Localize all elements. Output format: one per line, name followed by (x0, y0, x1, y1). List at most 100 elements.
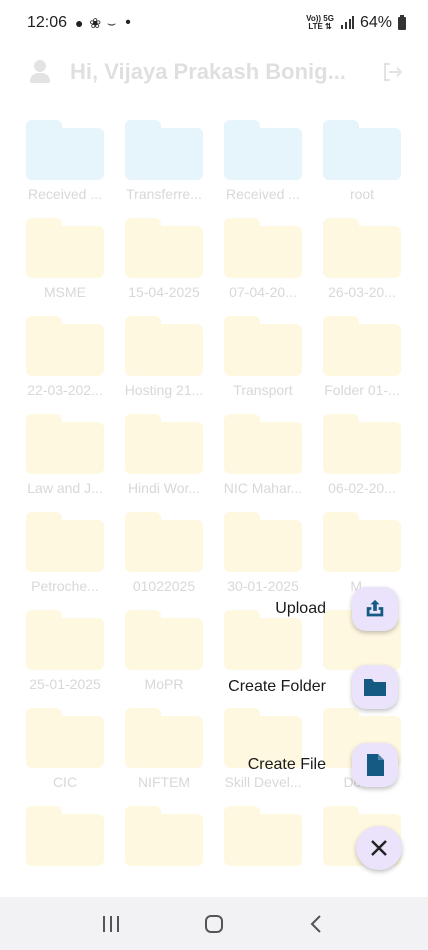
folder-icon (224, 316, 302, 376)
app-header: Hi, Vijaya Prakash Bonig... (0, 50, 428, 94)
system-nav-bar (0, 897, 428, 950)
folder-icon (125, 218, 203, 278)
folder-label: 07-04-20... (229, 284, 297, 300)
create-folder-button[interactable] (352, 665, 398, 709)
status-right: Vo)) 5G LTE ⇅ 64% (306, 14, 406, 32)
folder-label: 01022025 (132, 578, 196, 594)
folder-item[interactable]: 07-04-20... (222, 216, 304, 314)
status-left: 12:06 ● ❀ ⌣ • (27, 14, 131, 32)
folder-icon (26, 414, 104, 474)
network-indicator: Vo)) 5G LTE ⇅ (306, 15, 334, 31)
upload-button[interactable] (352, 587, 398, 631)
folder-label: NIFTEM (137, 774, 191, 790)
folder-item[interactable]: 22-03-202... (24, 314, 106, 412)
folder-icon (323, 218, 401, 278)
folder-item[interactable]: 01022025 (123, 510, 205, 608)
folder-icon (224, 512, 302, 572)
folder-icon (125, 708, 203, 768)
create-folder-row[interactable]: Create Folder (228, 665, 398, 709)
folder-icon (323, 512, 401, 572)
folder-item[interactable]: Received ... (222, 118, 304, 216)
folder-icon (323, 414, 401, 474)
folder-icon (125, 610, 203, 670)
create-file-label[interactable]: Create File (248, 756, 326, 774)
folder-icon (323, 120, 401, 180)
folder-icon (224, 120, 302, 180)
network-bottom-label: LTE ⇅ (308, 22, 332, 31)
folder-item[interactable]: Petroche... (24, 510, 106, 608)
upload-row[interactable]: Upload (275, 587, 398, 631)
home-button[interactable] (194, 904, 234, 944)
folder-item[interactable]: MoPR (123, 608, 205, 706)
folder-icon (26, 708, 104, 768)
folder-label: Folder 01-... (324, 382, 400, 398)
status-time: 12:06 (27, 14, 68, 31)
folder-icon (224, 218, 302, 278)
folder-label: 25-01-2025 (29, 676, 101, 692)
back-button[interactable] (297, 904, 337, 944)
folder-icon (125, 414, 203, 474)
folder-item[interactable] (24, 804, 106, 902)
folder-item[interactable]: 06-02-20... (321, 412, 403, 510)
folder-label: MoPR (144, 676, 184, 692)
recents-button[interactable] (91, 904, 131, 944)
folder-item[interactable] (123, 804, 205, 902)
close-icon (371, 840, 387, 856)
folder-label: 06-02-20... (328, 480, 396, 496)
folder-label: Hindi Wor... (127, 480, 201, 496)
folder-icon (125, 120, 203, 180)
greeting-title: Hi, Vijaya Prakash Bonig... (70, 59, 346, 84)
folder-icon (125, 316, 203, 376)
upload-label[interactable]: Upload (275, 600, 326, 618)
folder-item[interactable]: MSME (24, 216, 106, 314)
file-icon (367, 754, 384, 776)
folder-icon (125, 512, 203, 572)
folder-item[interactable]: 15-04-2025 (123, 216, 205, 314)
folder-icon (125, 806, 203, 866)
battery-icon (398, 14, 406, 30)
folder-label: Hosting 21... (124, 382, 204, 398)
recents-icon (103, 915, 120, 932)
folder-item[interactable]: Received ... (24, 118, 106, 216)
folder-icon (26, 120, 104, 180)
home-icon (204, 914, 223, 933)
create-folder-label[interactable]: Create Folder (228, 678, 326, 696)
folder-icon (364, 679, 386, 696)
folder-item[interactable] (222, 804, 304, 902)
folder-icon (224, 806, 302, 866)
folder-item[interactable]: Transferre... (123, 118, 205, 216)
user-avatar-icon[interactable] (28, 60, 52, 84)
folder-label: CIC (52, 774, 78, 790)
logout-icon[interactable] (380, 60, 404, 84)
folder-label: NIC Mahar... (223, 480, 303, 496)
folder-item[interactable]: 26-03-20... (321, 216, 403, 314)
back-icon (310, 914, 321, 933)
folder-label: Received ... (226, 186, 300, 202)
folder-item[interactable]: NIC Mahar... (222, 412, 304, 510)
notification-icons: ● ❀ ⌣ (75, 14, 118, 31)
status-bar: 12:06 ● ❀ ⌣ • Vo)) 5G LTE ⇅ 64% (0, 0, 428, 46)
folder-icon (26, 806, 104, 866)
upload-icon (366, 599, 384, 617)
folder-icon (26, 512, 104, 572)
folder-item[interactable]: root (321, 118, 403, 216)
folder-item[interactable]: 25-01-2025 (24, 608, 106, 706)
folder-item[interactable]: Hindi Wor... (123, 412, 205, 510)
create-file-button[interactable] (352, 743, 398, 787)
folder-item[interactable]: NIFTEM (123, 706, 205, 804)
folder-item[interactable]: Folder 01-... (321, 314, 403, 412)
folder-item[interactable]: Hosting 21... (123, 314, 205, 412)
folder-icon (26, 316, 104, 376)
folder-icon (26, 610, 104, 670)
folder-item[interactable]: Transport (222, 314, 304, 412)
folder-item[interactable]: Law and J... (24, 412, 106, 510)
folder-label: Petroche... (31, 578, 99, 594)
close-fab-button[interactable] (356, 826, 402, 870)
signal-icon (340, 16, 354, 29)
folder-item[interactable]: CIC (24, 706, 106, 804)
create-file-row[interactable]: Create File (248, 743, 398, 787)
folder-label: 22-03-202... (27, 382, 103, 398)
folder-icon (26, 218, 104, 278)
folder-label: root (349, 186, 375, 202)
notification-dot: • (125, 14, 131, 31)
